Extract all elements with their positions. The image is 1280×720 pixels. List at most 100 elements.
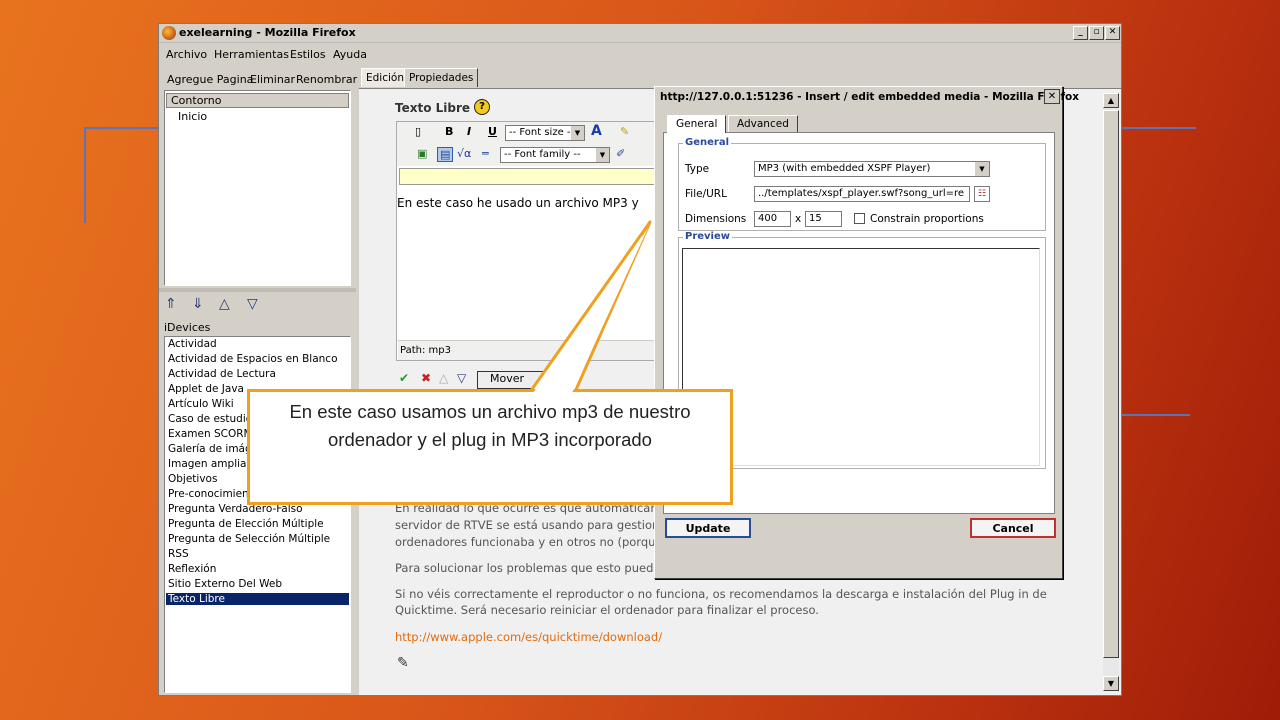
edit-pencil-icon[interactable]: ✎ [397, 655, 409, 671]
edit-icon[interactable]: ✐ [616, 147, 625, 160]
deco-line-right-mid [1122, 414, 1190, 416]
preview-legend: Preview [683, 231, 733, 242]
idevice-item[interactable]: Actividad de Espacios en Blanco [168, 353, 338, 365]
embedded-media-dialog: http://127.0.0.1:51236 - Insert / edit e… [654, 86, 1079, 579]
close-button[interactable]: ✕ [1105, 26, 1120, 40]
down-icon[interactable]: ▽ [457, 371, 466, 385]
idevice-item[interactable]: Caso de estudio [168, 413, 252, 425]
scroll-thumb[interactable] [1103, 110, 1119, 658]
general-legend: General [683, 137, 731, 148]
menu-herramientas[interactable]: Herramientas [214, 48, 289, 61]
scroll-up-icon[interactable]: ▲ [1103, 93, 1119, 108]
italic-icon[interactable]: I [467, 125, 471, 138]
deco-line-left-h [84, 127, 160, 129]
minimize-button[interactable]: _ [1073, 26, 1088, 40]
editor-toolbar-2: ▣ ▤ √α ═ -- Font family -- ▼ ✐ [397, 144, 697, 166]
idevice-item[interactable]: Actividad de Lectura [168, 368, 276, 380]
vertical-scrollbar[interactable]: ▲ ▼ [1103, 93, 1119, 691]
outline-arrows: ⇑ ⇓ △ ▽ [159, 294, 356, 318]
height-input[interactable]: 15 [805, 211, 842, 227]
editor-text[interactable]: En este caso he usado un archivo MP3 y [397, 196, 639, 210]
menu-ayuda[interactable]: Ayuda [333, 48, 367, 61]
idevice-item[interactable]: Reflexión [168, 563, 216, 575]
deco-line-right-top [1122, 127, 1196, 129]
menubar: Archivo Herramientas Estilos Ayuda [159, 44, 1121, 64]
update-button[interactable]: Update [665, 518, 751, 538]
type-value: MP3 (with embedded XSPF Player) [758, 163, 931, 174]
dialog-close-icon[interactable]: ✕ [1044, 89, 1060, 104]
add-page-button[interactable]: Agregue Pagina [167, 73, 253, 86]
body-paragraph-2: Para solucionar los problemas que esto p… [395, 561, 671, 575]
idevice-item[interactable]: Pregunta de Elección Múltiple [168, 518, 324, 530]
idevice-item[interactable]: Applet de Java [168, 383, 244, 395]
idevice-item[interactable]: Imagen ampliada [168, 458, 260, 470]
left-pane: Agregue Pagina Eliminar Renombrar Contor… [159, 66, 357, 695]
font-size-select[interactable]: -- Font size -- ▼ [505, 125, 585, 141]
demote-icon[interactable]: ⇓ [192, 296, 204, 312]
idevice-item[interactable]: Objetivos [168, 473, 217, 485]
idevice-title: Texto Libre [395, 101, 471, 115]
link-icon[interactable]: ═ [482, 147, 489, 160]
preview-fieldset: Preview [678, 231, 1046, 469]
tab-general[interactable]: General [667, 115, 727, 133]
callout-box: En este caso usamos un archivo mp3 de nu… [247, 389, 733, 505]
menu-estilos[interactable]: Estilos [290, 48, 326, 61]
underline-icon[interactable]: U [488, 125, 497, 138]
bold-icon[interactable]: B [445, 125, 453, 138]
image-icon[interactable]: ▣ [417, 147, 427, 160]
tab-advanced[interactable]: Advanced [728, 115, 798, 133]
tab-edicion[interactable]: Edición [361, 68, 409, 87]
tab-propiedades[interactable]: Propiedades [404, 68, 479, 87]
editor-toolbar-1: ▯ B I U -- Font size -- ▼ A ✎ [397, 122, 697, 144]
math-icon[interactable]: √α [457, 147, 471, 160]
idevice-item[interactable]: RSS [168, 548, 189, 560]
font-family-value: -- Font family -- [504, 149, 581, 160]
type-select[interactable]: MP3 (with embedded XSPF Player) ▼ [754, 161, 990, 177]
tree-header[interactable]: Contorno [166, 93, 349, 108]
window-titlebar: exelearning - Mozilla Firefox _ ▫ ✕ [159, 24, 1121, 43]
embedded-media-placeholder[interactable] [399, 168, 695, 185]
rich-text-editor: ▯ B I U -- Font size -- ▼ A ✎ ▣ ▤ √α ═ -… [396, 121, 697, 361]
font-family-select[interactable]: -- Font family -- ▼ [500, 147, 610, 163]
cancel-button[interactable]: Cancel [970, 518, 1056, 538]
idevice-item-selected[interactable]: Texto Libre [166, 593, 349, 605]
pane-splitter[interactable] [159, 288, 356, 292]
rename-page-button[interactable]: Renombrar [296, 73, 357, 86]
width-input[interactable]: 400 [754, 211, 791, 227]
highlight-icon[interactable]: ✎ [620, 125, 629, 138]
move-up-icon[interactable]: △ [219, 296, 230, 312]
tree-item-inicio[interactable]: Inicio [178, 110, 207, 123]
idevice-item[interactable]: Sitio Externo Del Web [168, 578, 282, 590]
menu-archivo[interactable]: Archivo [166, 48, 207, 61]
delete-icon[interactable]: ✖ [421, 371, 431, 385]
new-doc-icon[interactable]: ▯ [415, 125, 421, 138]
preview-area [682, 248, 1040, 466]
idevice-item[interactable]: Pregunta de Selección Múltiple [168, 533, 330, 545]
constrain-checkbox[interactable] [854, 213, 865, 224]
move-down-icon[interactable]: ▽ [247, 296, 258, 312]
scroll-down-icon[interactable]: ▼ [1103, 676, 1119, 691]
idevice-item[interactable]: Pre-conocimiento [168, 488, 259, 500]
promote-icon[interactable]: ⇑ [165, 296, 177, 312]
chevron-down-icon: ▼ [571, 126, 584, 140]
up-icon[interactable]: △ [439, 371, 448, 385]
media-icon[interactable]: ▤ [437, 147, 454, 162]
idevice-item[interactable]: Actividad [168, 338, 217, 350]
idevice-item[interactable]: Examen SCORM [168, 428, 253, 440]
body-paragraph-3b: Quicktime. Será necesario reiniciar el o… [395, 603, 819, 617]
maximize-button[interactable]: ▫ [1089, 26, 1104, 40]
idevices-label: iDevices [164, 321, 211, 334]
idevice-item[interactable]: Artículo Wiki [168, 398, 234, 410]
constrain-label: Constrain proportions [870, 213, 984, 225]
done-icon[interactable]: ✔ [399, 371, 409, 385]
browse-icon[interactable]: ☷ [974, 186, 990, 202]
outline-tree: Contorno Inicio [164, 90, 351, 286]
move-button[interactable]: Mover [477, 371, 557, 389]
help-icon[interactable]: ? [474, 99, 490, 115]
file-url-input[interactable]: ../templates/xspf_player.swf?song_url=re [754, 186, 970, 202]
delete-page-button[interactable]: Eliminar [250, 73, 295, 86]
body-paragraph-3a: Si no véis correctamente el reproductor … [395, 587, 1047, 601]
quicktime-link[interactable]: http://www.apple.com/es/quicktime/downlo… [395, 630, 662, 644]
firefox-icon [162, 26, 176, 40]
font-color-icon[interactable]: A [591, 123, 602, 139]
